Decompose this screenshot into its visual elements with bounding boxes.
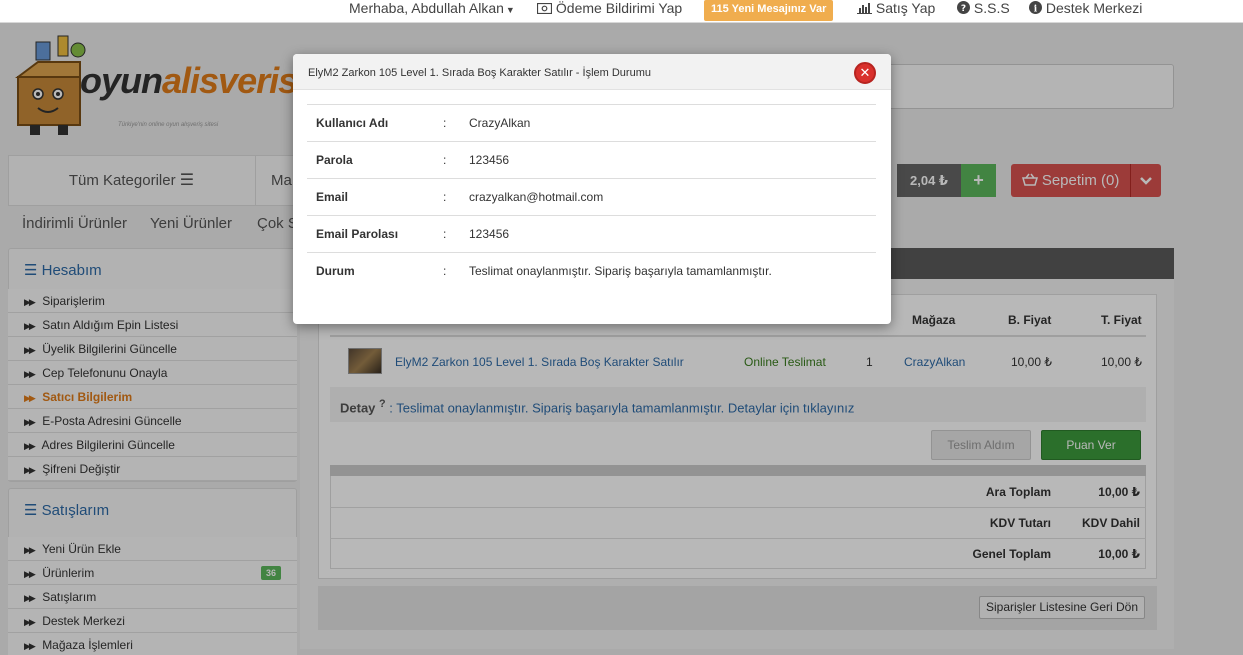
modal-separator: :: [443, 190, 447, 204]
modal-label: Kullanıcı Adı: [316, 116, 389, 130]
bar-chart-icon: [857, 3, 872, 14]
modal-row-password: Parola : 123456: [307, 141, 876, 178]
modal-row-email-password: Email Parolası : 123456: [307, 215, 876, 252]
modal-label: Parola: [316, 153, 353, 167]
modal-value: 123456: [469, 153, 510, 167]
modal-title: ElyM2 Zarkon 105 Level 1. Sırada Boş Kar…: [308, 67, 651, 79]
caret-down-icon: ▼: [505, 5, 515, 15]
modal-value: CrazyAlkan: [469, 116, 531, 130]
modal-row-status: Durum : Teslimat onaylanmıştır. Sipariş …: [307, 252, 876, 289]
modal-separator: :: [443, 227, 447, 241]
money-icon: [537, 3, 552, 14]
messages-badge[interactable]: 115 Yeni Mesajınız Var: [704, 0, 834, 21]
modal-row-email: Email : crazyalkan@hotmail.com: [307, 178, 876, 215]
sell-link[interactable]: Satış Yap: [857, 0, 935, 23]
faq-link[interactable]: ? S.S.S: [957, 0, 1010, 23]
svg-text:?: ?: [961, 4, 966, 14]
close-icon[interactable]: ✕: [854, 62, 876, 84]
payment-notice-link[interactable]: Ödeme Bildirimi Yap: [537, 0, 682, 23]
modal-label: Durum: [316, 264, 355, 278]
modal-separator: :: [443, 116, 447, 130]
modal-row-username: Kullanıcı Adı : CrazyAlkan: [307, 104, 876, 141]
modal-label: Email: [316, 190, 349, 204]
order-status-modal: ElyM2 Zarkon 105 Level 1. Sırada Boş Kar…: [293, 54, 891, 324]
info-icon: i: [1029, 1, 1042, 14]
modal-separator: :: [443, 264, 447, 278]
modal-value: crazyalkan@hotmail.com: [469, 190, 604, 204]
modal-label: Email Parolası: [316, 227, 399, 241]
modal-value: 123456: [469, 227, 510, 241]
user-greeting-dropdown[interactable]: Merhaba, Abdullah Alkan ▼: [349, 0, 515, 23]
question-icon: ?: [957, 1, 970, 14]
support-link[interactable]: i Destek Merkezi: [1029, 0, 1142, 23]
modal-separator: :: [443, 153, 447, 167]
svg-text:i: i: [1034, 5, 1038, 15]
modal-value: Teslimat onaylanmıştır. Sipariş başarıyl…: [469, 264, 772, 278]
top-bar: Merhaba, Abdullah Alkan ▼ Ödeme Bildirimi…: [0, 0, 1243, 23]
modal-header: ElyM2 Zarkon 105 Level 1. Sırada Boş Kar…: [293, 54, 891, 90]
